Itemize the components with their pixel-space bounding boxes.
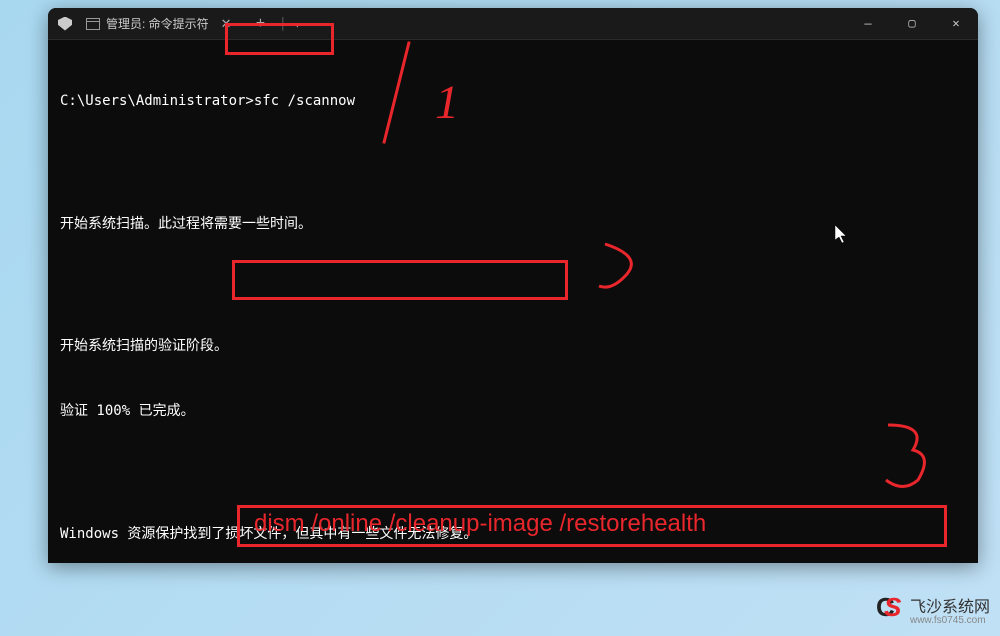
tab-divider: │ xyxy=(279,17,286,31)
watermark-logo-icon: CS xyxy=(876,596,904,624)
output-line: 开始系统扫描的验证阶段。 xyxy=(60,336,966,358)
watermark-url: www.fs0745.com xyxy=(910,615,990,626)
new-tab-button[interactable]: + xyxy=(250,15,272,33)
window-titlebar[interactable]: 管理员: 命令提示符 ✕ + │ ⌄ — ▢ ✕ xyxy=(48,8,978,40)
watermark-brand: 飞沙系统网 xyxy=(910,593,990,617)
watermark: CS 飞沙系统网 www.fs0745.com xyxy=(876,593,990,626)
output-line: Windows 资源保护找到了损坏文件，但其中有一些文件无法修复。 xyxy=(60,524,966,546)
close-button[interactable]: ✕ xyxy=(934,8,978,40)
prompt: C:\Users\Administrator> xyxy=(60,93,254,109)
terminal-output[interactable]: C:\Users\Administrator>sfc /scannow 开始系统… xyxy=(48,40,978,563)
maximize-button[interactable]: ▢ xyxy=(890,8,934,40)
window-controls: — ▢ ✕ xyxy=(846,8,978,40)
tab-close-button[interactable]: ✕ xyxy=(221,16,232,32)
terminal-tab[interactable]: 管理员: 命令提示符 ✕ xyxy=(78,9,240,39)
output-line: 验证 100% 已完成。 xyxy=(60,401,966,423)
admin-shield-icon xyxy=(58,17,72,31)
output-line: 开始系统扫描。此过程将需要一些时间。 xyxy=(60,214,966,236)
command-sfc: sfc /scannow xyxy=(254,93,355,109)
terminal-icon xyxy=(86,18,100,30)
tab-dropdown-icon[interactable]: ⌄ xyxy=(294,18,300,30)
terminal-window: 管理员: 命令提示符 ✕ + │ ⌄ — ▢ ✕ C:\Users\Admini… xyxy=(48,8,978,563)
tab-title: 管理员: 命令提示符 xyxy=(106,15,209,32)
minimize-button[interactable]: — xyxy=(846,8,890,40)
